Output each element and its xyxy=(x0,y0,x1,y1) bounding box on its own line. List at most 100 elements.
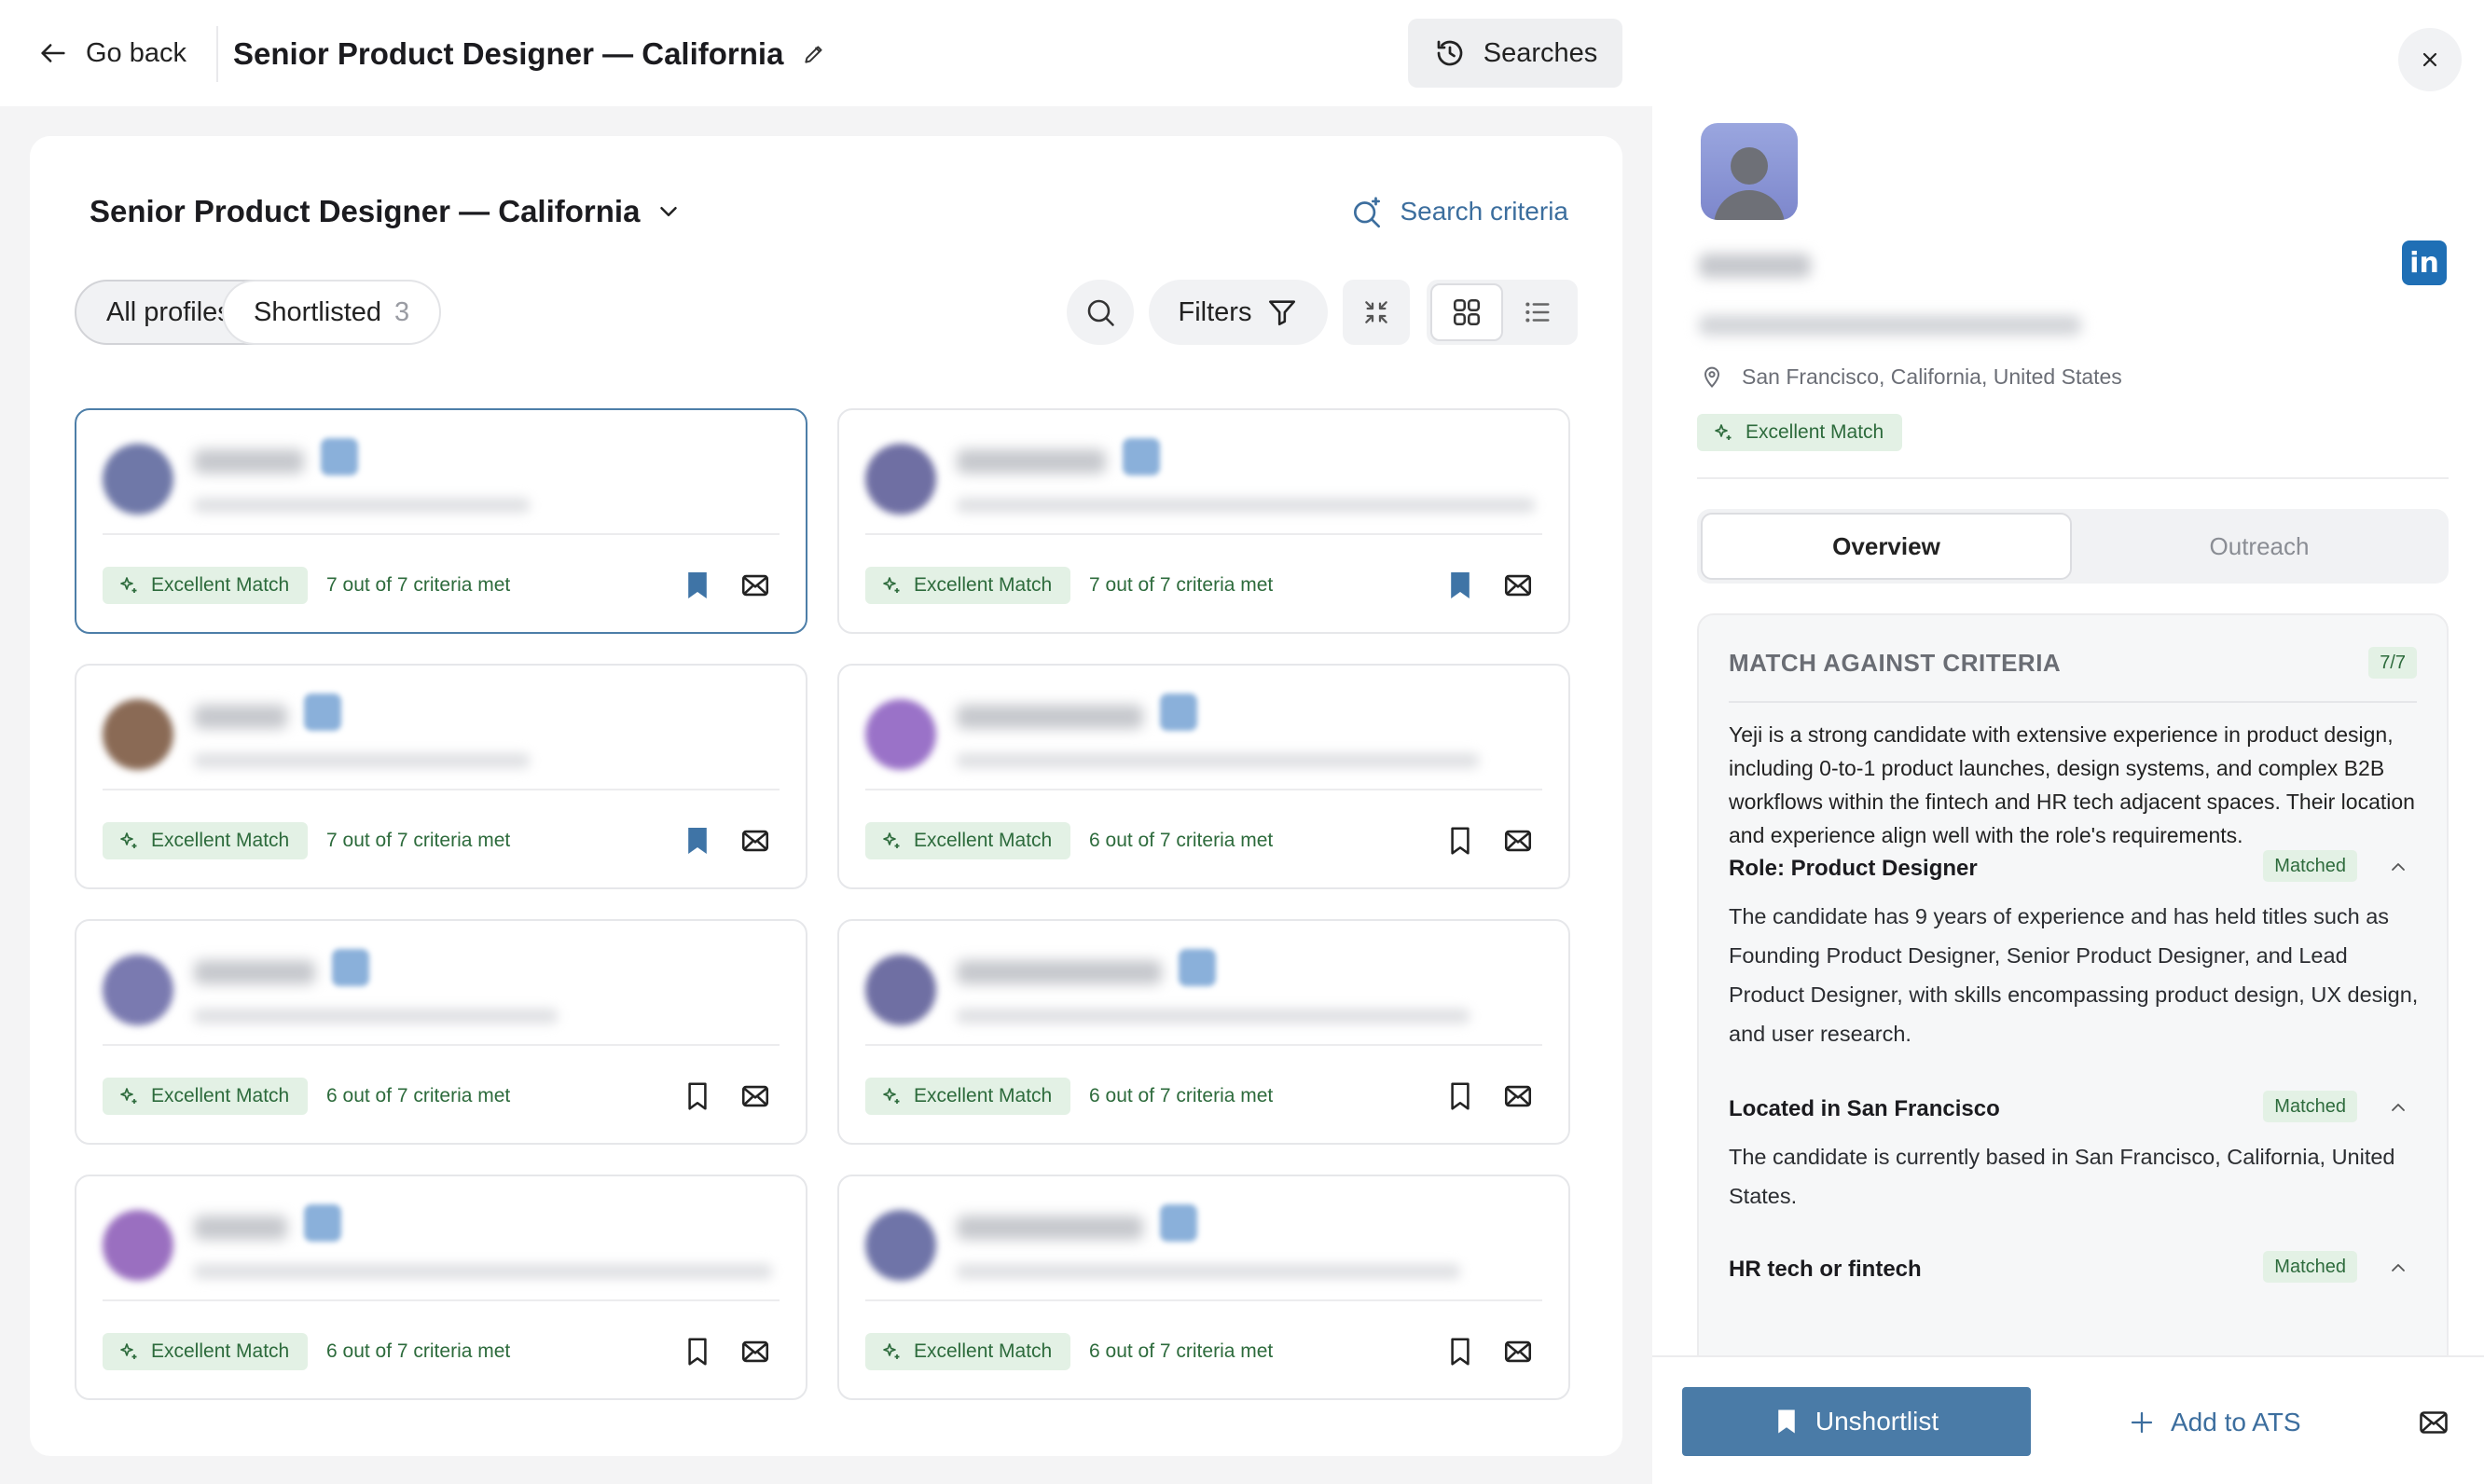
candidate-headline-redacted xyxy=(957,1264,1460,1279)
sparkle-icon xyxy=(880,1340,903,1363)
searches-button[interactable]: Searches xyxy=(1408,19,1622,88)
bookmark-button[interactable] xyxy=(1442,1333,1479,1370)
grid-view-button[interactable] xyxy=(1430,283,1503,341)
criteria-heading: MATCH AGAINST CRITERIA xyxy=(1729,649,2062,677)
email-button[interactable] xyxy=(1499,567,1537,604)
email-button[interactable] xyxy=(1499,1333,1537,1370)
filters-button[interactable]: Filters xyxy=(1149,280,1328,345)
candidate-card[interactable]: Excellent Match 6 out of 7 criteria met xyxy=(837,1175,1570,1400)
match-label: Excellent Match xyxy=(151,1085,290,1106)
bookmark-button[interactable] xyxy=(1442,1078,1479,1115)
bookmark-button[interactable] xyxy=(1442,822,1479,859)
chevron-up-icon[interactable] xyxy=(2387,856,2409,878)
candidate-card[interactable]: Excellent Match 6 out of 7 criteria met xyxy=(837,919,1570,1145)
avatar xyxy=(865,699,936,770)
candidate-card[interactable]: Excellent Match 6 out of 7 criteria met xyxy=(837,664,1570,889)
mail-icon xyxy=(1502,570,1534,601)
match-label: Excellent Match xyxy=(914,574,1053,596)
filters-label: Filters xyxy=(1178,296,1252,327)
match-label: Excellent Match xyxy=(151,1340,290,1362)
chevron-up-icon[interactable] xyxy=(2387,1096,2409,1119)
match-label: Excellent Match xyxy=(1746,421,1884,443)
email-button[interactable] xyxy=(737,822,774,859)
search-criteria-link[interactable]: Search criteria xyxy=(1349,194,1568,229)
unshortlist-button[interactable]: Unshortlist xyxy=(1682,1387,2031,1456)
page-title: Senior Product Designer — California xyxy=(233,32,826,76)
criterion-role: Role: Product Designer Matched The candi… xyxy=(1729,850,2419,1046)
search-selector[interactable]: Senior Product Designer — California xyxy=(90,194,683,229)
divider xyxy=(865,533,1542,535)
tab-overview[interactable]: Overview xyxy=(1701,513,2072,580)
candidate-name-redacted xyxy=(194,1216,287,1240)
mail-icon xyxy=(1502,1080,1534,1112)
divider xyxy=(865,789,1542,790)
add-to-ats-button[interactable]: Add to ATS xyxy=(2128,1395,2301,1450)
candidate-card[interactable]: Excellent Match 7 out of 7 criteria met xyxy=(75,664,807,889)
avatar xyxy=(103,955,173,1025)
divider xyxy=(865,1044,1542,1046)
chevron-down-icon xyxy=(655,198,683,226)
match-summary: Yeji is a strong candidate with extensiv… xyxy=(1729,722,2415,847)
bookmark-button[interactable] xyxy=(1442,567,1479,604)
bookmark-icon xyxy=(684,1080,711,1112)
sparkle-icon xyxy=(117,830,140,852)
candidate-name-redacted xyxy=(957,1216,1143,1240)
bookmark-button[interactable] xyxy=(679,1078,716,1115)
sparkle-icon xyxy=(117,574,140,597)
candidate-name-redacted xyxy=(957,449,1106,474)
email-button[interactable] xyxy=(737,1078,774,1115)
match-badge: Excellent Match xyxy=(865,822,1071,859)
pencil-icon xyxy=(802,42,826,66)
sparkle-icon xyxy=(117,1340,140,1363)
mail-icon xyxy=(739,570,771,601)
collapse-button[interactable] xyxy=(1343,280,1410,345)
list-view-button[interactable] xyxy=(1501,283,1574,341)
bookmark-filled-icon xyxy=(1774,1408,1799,1436)
search-button[interactable] xyxy=(1067,280,1134,345)
tab-outreach[interactable]: Outreach xyxy=(2074,513,2445,580)
close-panel-button[interactable] xyxy=(2398,28,2462,91)
bookmark-button[interactable] xyxy=(679,822,716,859)
go-back-label: Go back xyxy=(86,37,186,68)
divider xyxy=(103,789,780,790)
email-button[interactable] xyxy=(2417,1406,2454,1443)
email-button[interactable] xyxy=(1499,822,1537,859)
candidate-name-redacted xyxy=(194,449,304,474)
sparkle-icon xyxy=(880,830,903,852)
matched-badge: Matched xyxy=(2263,850,2357,882)
chevron-up-icon[interactable] xyxy=(2387,1257,2409,1279)
verified-icon xyxy=(321,438,358,475)
edit-title-button[interactable] xyxy=(802,42,826,66)
results-panel: Senior Product Designer — California Sea… xyxy=(30,136,1622,1456)
candidate-card[interactable]: Excellent Match 6 out of 7 criteria met xyxy=(75,1175,807,1400)
email-button[interactable] xyxy=(737,1333,774,1370)
candidate-card[interactable]: Excellent Match 7 out of 7 criteria met xyxy=(837,408,1570,634)
criterion-location: Located in San Francisco Matched The can… xyxy=(1729,1091,2419,1208)
email-button[interactable] xyxy=(737,567,774,604)
email-button[interactable] xyxy=(1499,1078,1537,1115)
add-to-ats-label: Add to ATS xyxy=(2171,1408,2301,1436)
match-badge: Excellent Match xyxy=(103,567,309,604)
verified-icon xyxy=(1123,438,1160,475)
linkedin-glyph: in xyxy=(2409,246,2439,280)
list-icon xyxy=(1522,296,1553,328)
match-label: Excellent Match xyxy=(151,830,290,851)
tab-shortlisted[interactable]: Shortlisted 3 xyxy=(222,280,442,345)
matched-badge: Matched xyxy=(2263,1091,2357,1122)
go-back-button[interactable]: Go back xyxy=(37,28,186,78)
mail-icon xyxy=(739,825,771,857)
bookmark-button[interactable] xyxy=(679,567,716,604)
profile-location: San Francisco, California, United States xyxy=(1699,364,2122,390)
candidate-card[interactable]: Excellent Match 7 out of 7 criteria met xyxy=(75,408,807,634)
tab-count: 3 xyxy=(394,296,410,327)
candidate-card[interactable]: Excellent Match 6 out of 7 criteria met xyxy=(75,919,807,1145)
bookmark-filled-icon xyxy=(1447,570,1473,601)
profile-avatar xyxy=(1701,123,1798,220)
bookmark-icon xyxy=(684,1336,711,1367)
criteria-count: 6 out of 7 criteria met xyxy=(326,1340,511,1362)
candidate-name-redacted xyxy=(194,705,287,729)
linkedin-icon[interactable]: in xyxy=(2402,240,2447,285)
bookmark-button[interactable] xyxy=(679,1333,716,1370)
view-toggle xyxy=(1427,280,1578,345)
criteria-count: 6 out of 7 criteria met xyxy=(1089,1340,1274,1362)
